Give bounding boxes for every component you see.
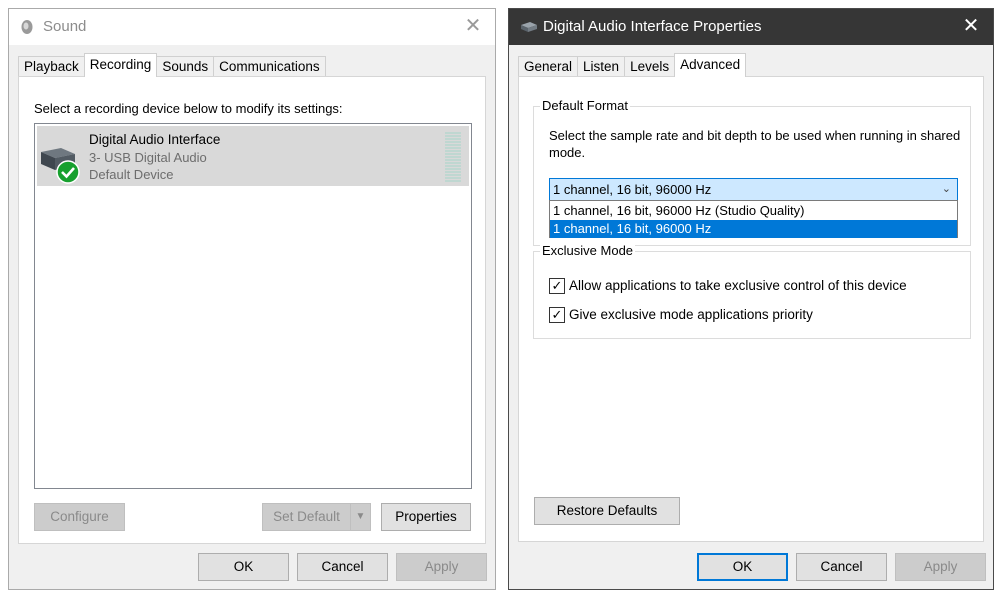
apply-button[interactable]: Apply [396, 553, 487, 581]
device-list[interactable]: Digital Audio Interface 3- USB Digital A… [34, 123, 472, 489]
close-button[interactable]: ✕ [451, 9, 495, 45]
properties-titlebar: Digital Audio Interface Properties ✕ [509, 9, 993, 45]
apply-button[interactable]: Apply [895, 553, 986, 581]
tab-communications[interactable]: Communications [213, 56, 326, 77]
chevron-down-icon: ▼ [355, 511, 366, 522]
tab-listen[interactable]: Listen [577, 56, 626, 77]
exclusive-mode-group: Exclusive Mode ✓ Allow applications to t… [533, 243, 971, 339]
device-name: Digital Audio Interface [89, 132, 221, 147]
default-format-group: Default Format Select the sample rate an… [533, 98, 971, 246]
tab-levels[interactable]: Levels [624, 56, 676, 77]
checkmark-icon [56, 160, 80, 184]
properties-window: Digital Audio Interface Properties ✕ Gen… [508, 8, 994, 590]
list-item[interactable]: Digital Audio Interface 3- USB Digital A… [37, 126, 469, 186]
tab-recording[interactable]: Recording [83, 53, 158, 77]
tab-bar: Playback Recording Sounds Communications [18, 53, 326, 77]
give-priority-checkbox[interactable]: ✓ [549, 307, 565, 323]
chevron-down-icon[interactable]: ⌄ [942, 182, 951, 195]
set-default-button[interactable]: Set Default [262, 503, 351, 531]
cancel-button[interactable]: Cancel [297, 553, 388, 581]
instruction-text: Select a recording device below to modif… [34, 101, 343, 116]
restore-defaults-button[interactable]: Restore Defaults [534, 497, 680, 525]
microphone-device-icon [521, 22, 537, 32]
tab-playback[interactable]: Playback [18, 56, 85, 77]
recording-panel: Select a recording device below to modif… [18, 76, 486, 544]
format-description: Select the sample rate and bit depth to … [549, 128, 961, 160]
sound-window: Sound ✕ Playback Recording Sounds Commun… [8, 8, 496, 590]
checkmark-icon: ✓ [551, 278, 563, 293]
close-button[interactable]: ✕ [949, 9, 993, 45]
sound-titlebar: Sound ✕ [9, 9, 495, 45]
checkmark-icon: ✓ [551, 307, 563, 322]
allow-exclusive-checkbox[interactable]: ✓ [549, 278, 565, 294]
format-select-value: 1 channel, 16 bit, 96000 Hz [553, 182, 712, 197]
set-default-dropdown-button[interactable]: ▼ [350, 503, 371, 531]
device-subtitle: 3- USB Digital Audio [89, 150, 207, 165]
level-meter [445, 132, 461, 182]
configure-button[interactable]: Configure [34, 503, 125, 531]
tab-general[interactable]: General [518, 56, 579, 77]
allow-exclusive-label[interactable]: Allow applications to take exclusive con… [569, 278, 907, 293]
tab-sounds[interactable]: Sounds [156, 56, 215, 77]
dropdown-option-selected[interactable]: 1 channel, 16 bit, 96000 Hz [550, 220, 957, 238]
group-label: Default Format [540, 98, 630, 113]
advanced-panel: Default Format Select the sample rate an… [518, 76, 984, 542]
tab-advanced[interactable]: Advanced [674, 53, 747, 77]
format-dropdown-list: 1 channel, 16 bit, 96000 Hz (Studio Qual… [549, 200, 958, 238]
window-title: Sound [43, 18, 87, 35]
cancel-button[interactable]: Cancel [796, 553, 887, 581]
group-label: Exclusive Mode [540, 243, 636, 258]
window-title: Digital Audio Interface Properties [543, 18, 762, 35]
give-priority-label[interactable]: Give exclusive mode applications priorit… [569, 307, 813, 322]
dropdown-option[interactable]: 1 channel, 16 bit, 96000 Hz (Studio Qual… [550, 202, 957, 220]
tab-bar: General Listen Levels Advanced [518, 53, 747, 77]
speaker-icon [21, 20, 33, 34]
ok-button[interactable]: OK [697, 553, 788, 581]
properties-button[interactable]: Properties [381, 503, 471, 531]
microphone-device-icon [41, 148, 80, 184]
ok-button[interactable]: OK [198, 553, 289, 581]
format-select[interactable]: 1 channel, 16 bit, 96000 Hz ⌄ [549, 178, 958, 201]
device-status: Default Device [89, 167, 174, 182]
